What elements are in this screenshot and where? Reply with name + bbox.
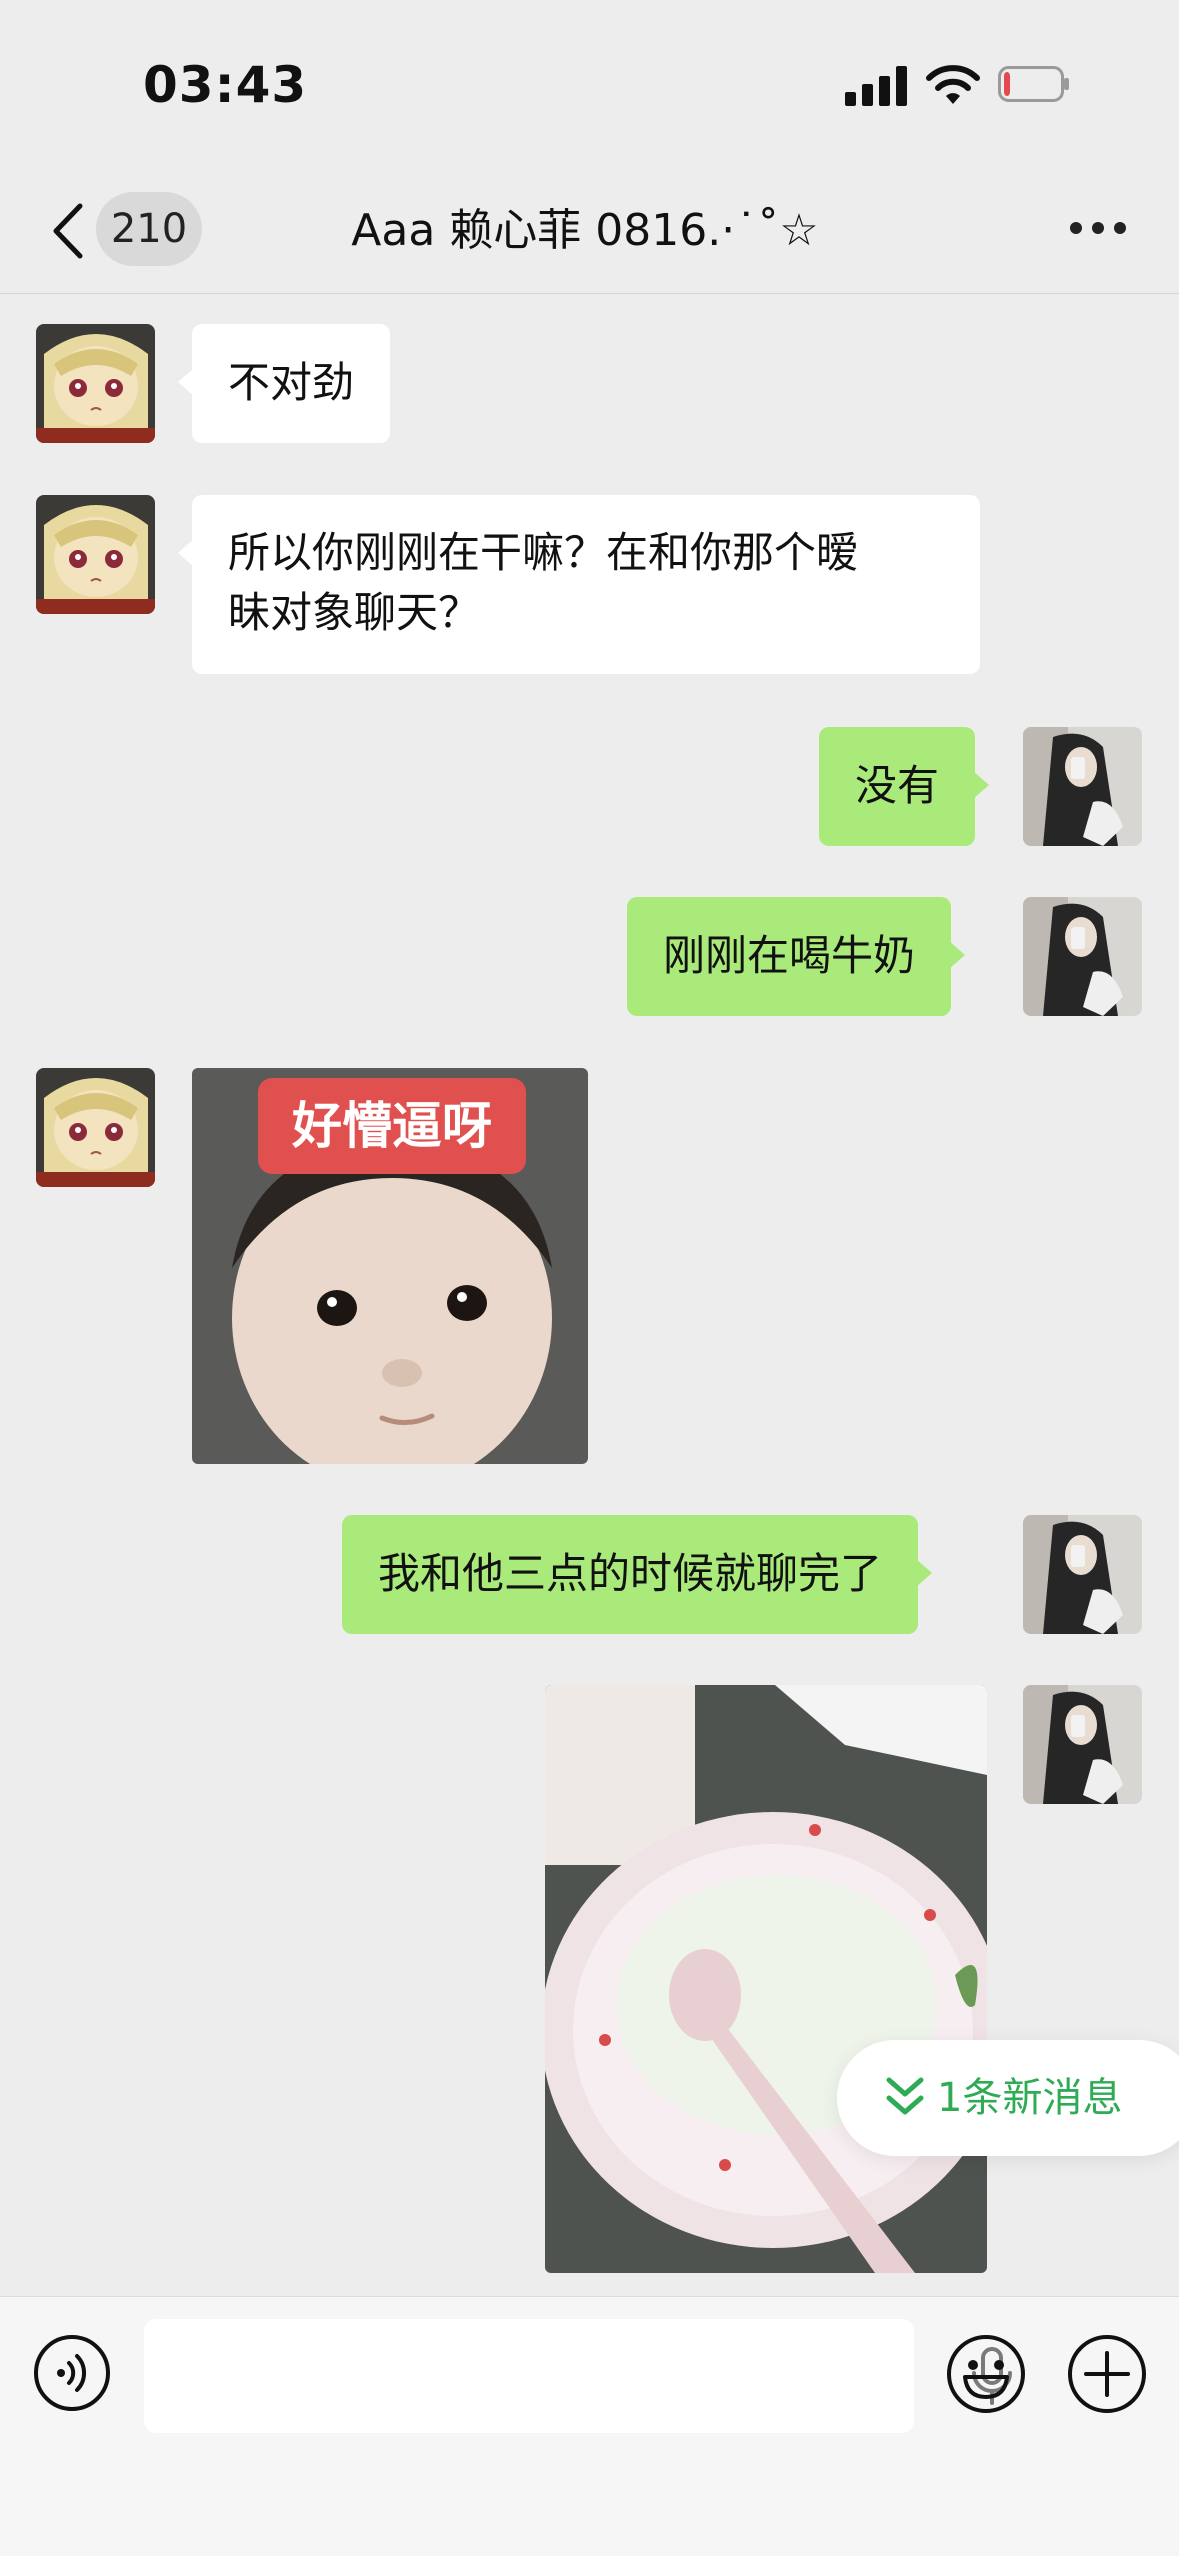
- outgoing-message-bubble[interactable]: 刚刚在喝牛奶: [627, 897, 966, 1016]
- new-message-text: 1条新消息: [937, 2075, 1123, 2121]
- message-text: 我和他三点的时候就聊完了: [378, 1549, 883, 1598]
- incoming-message-bubble[interactable]: 不对劲: [177, 324, 391, 443]
- sticker-caption: 好懵逼呀: [292, 1097, 492, 1155]
- selfie-avatar[interactable]: [1023, 727, 1142, 846]
- selfie-avatar[interactable]: [1023, 1685, 1142, 1804]
- plus-circle-icon[interactable]: [1066, 2333, 1148, 2415]
- status-time: 03:43: [143, 56, 308, 114]
- message-text-line: 所以你刚刚在干嘛？在和你那个暧: [228, 528, 859, 577]
- message-text: 没有: [855, 761, 940, 810]
- emoji-icon[interactable]: [945, 2333, 1027, 2415]
- anime-girl-avatar[interactable]: [36, 324, 155, 443]
- double-chevron-down-icon: [886, 2077, 924, 2115]
- wifi-icon: [926, 65, 980, 104]
- input-bar: [0, 2296, 1179, 2556]
- selfie-avatar[interactable]: [1023, 1515, 1142, 1634]
- selfie-avatar[interactable]: [1023, 897, 1142, 1016]
- new-message-pill[interactable]: 1条新消息: [837, 2040, 1179, 2156]
- chat-title: Aaa 赖心菲 0816.⋅˙˚☆: [351, 205, 819, 256]
- outgoing-message-bubble[interactable]: 没有: [819, 727, 990, 846]
- anime-girl-avatar[interactable]: [36, 495, 155, 614]
- chevron-left-icon[interactable]: [50, 202, 86, 260]
- ellipsis-icon[interactable]: [1070, 222, 1126, 236]
- message-text: 刚刚在喝牛奶: [663, 931, 916, 980]
- unread-count-badge[interactable]: 210: [96, 192, 202, 266]
- message-input[interactable]: [144, 2319, 1012, 2433]
- message-text-line: 昧对象聊天？: [228, 588, 481, 637]
- incoming-message-bubble[interactable]: 所以你刚刚在干嘛？在和你那个暧 昧对象聊天？: [178, 495, 980, 674]
- voice-mode-icon[interactable]: [32, 2333, 112, 2413]
- outgoing-message-bubble[interactable]: 我和他三点的时候就聊完了: [342, 1515, 933, 1634]
- baby-sticker-image[interactable]: 好懵逼呀: [192, 1068, 588, 1464]
- milk-bowl-photo[interactable]: [545, 1685, 987, 2273]
- chat-header: 210 Aaa 赖心菲 0816.⋅˙˚☆: [0, 180, 1179, 292]
- chat-screen: 03:43 210 Aaa 赖心菲 0816.⋅˙˚☆ 不对劲 所以你刚刚在干嘛…: [0, 0, 1179, 2556]
- message-text: 不对劲: [228, 358, 355, 407]
- battery-low-icon: [998, 66, 1069, 102]
- header-divider: [0, 293, 1179, 294]
- anime-girl-avatar[interactable]: [36, 1068, 155, 1187]
- signal-bars-icon: [845, 66, 907, 106]
